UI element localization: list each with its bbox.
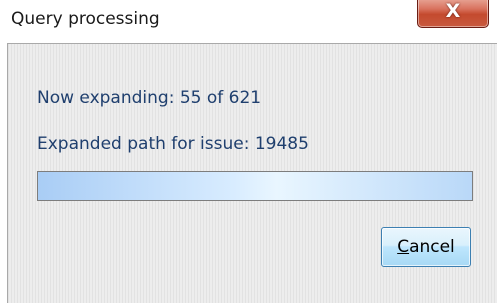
progress-bar-fill <box>38 172 472 200</box>
cancel-button[interactable]: Cancel <box>381 227 471 267</box>
expanded-path-label: Expanded path for issue: 19485 <box>37 134 309 154</box>
close-icon: X <box>445 0 461 22</box>
dialog-content: Now expanding: 55 of 621 Expanded path f… <box>7 43 497 303</box>
expanding-status-label: Now expanding: 55 of 621 <box>37 88 262 108</box>
dialog-title: Query processing <box>11 9 160 29</box>
close-button[interactable]: X <box>417 0 489 28</box>
title-bar[interactable]: Query processing X <box>0 0 497 40</box>
progress-bar <box>37 171 473 201</box>
query-processing-dialog: Query processing X Now expanding: 55 of … <box>0 0 497 303</box>
cancel-label: ancel <box>409 237 455 257</box>
cancel-mnemonic: C <box>397 237 410 257</box>
